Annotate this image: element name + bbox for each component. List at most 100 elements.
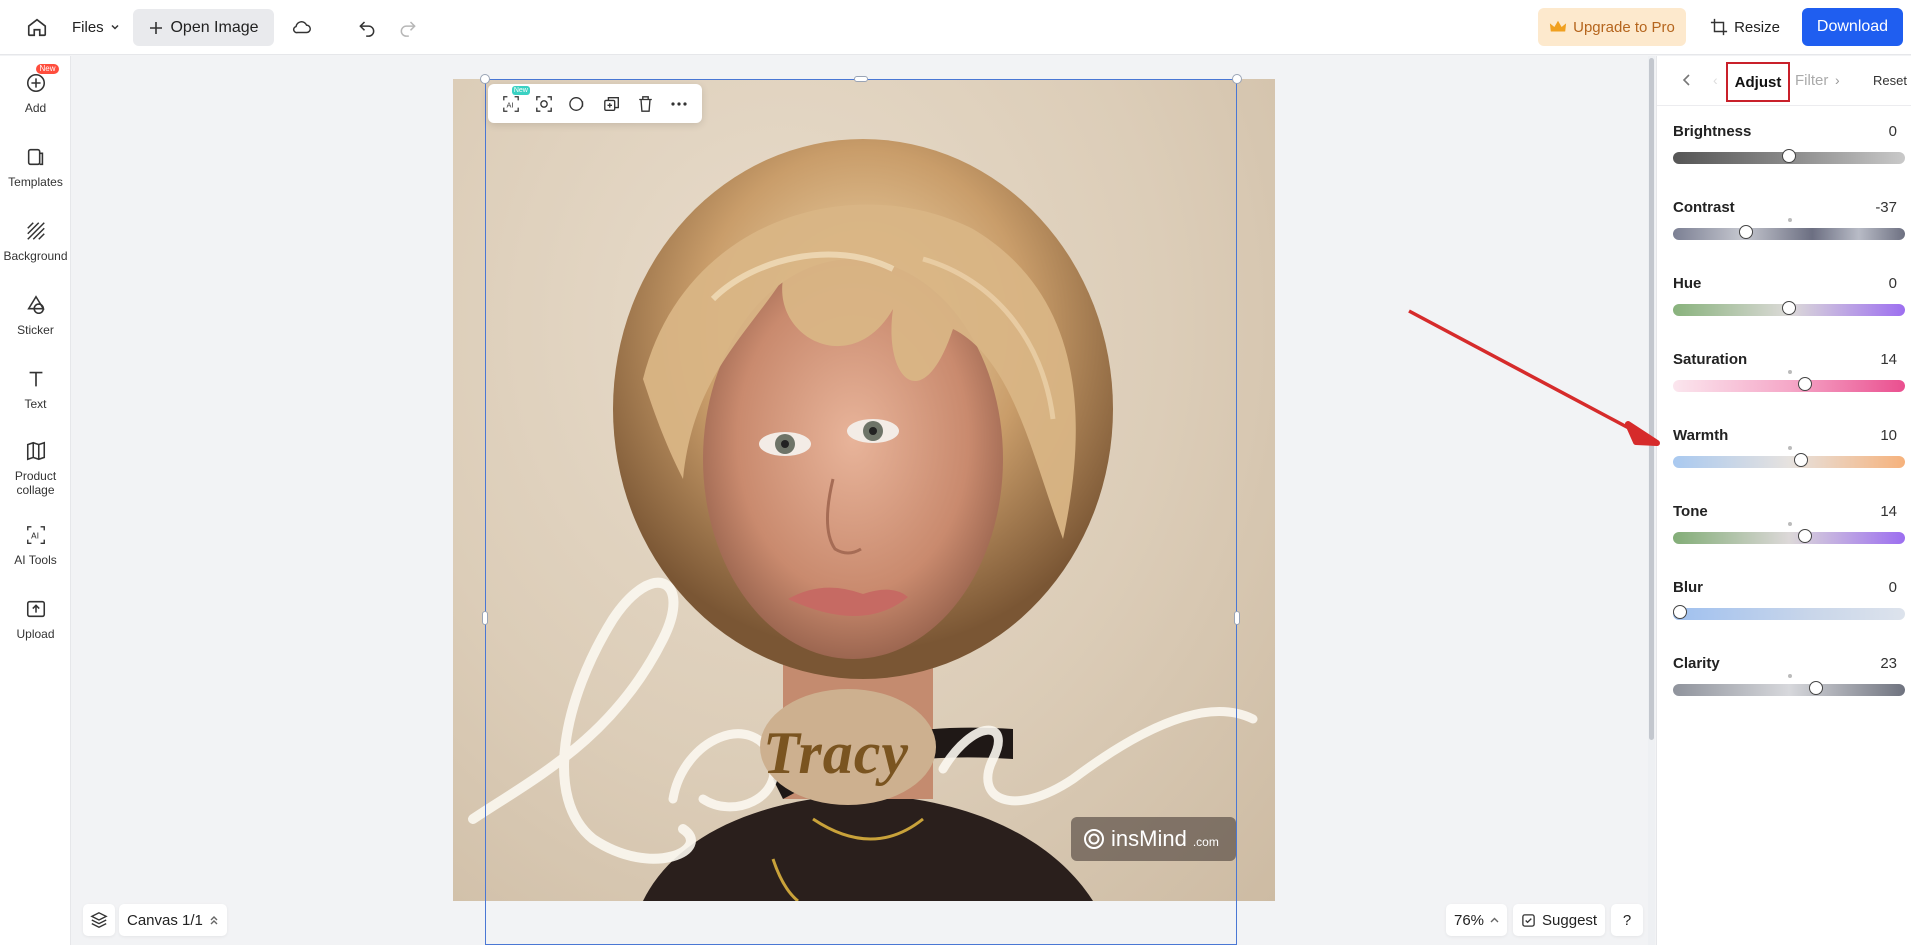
delete-button[interactable] <box>632 91 658 117</box>
files-menu[interactable]: Files <box>72 12 120 42</box>
sidebar-item-ai-tools[interactable]: AI AI Tools <box>0 522 71 567</box>
suggest-button[interactable]: Suggest <box>1513 904 1606 936</box>
slider-label: Saturation <box>1673 351 1748 368</box>
cloud-save-icon[interactable] <box>287 12 317 42</box>
chevrons-up-icon <box>210 916 218 925</box>
slider-knob[interactable] <box>1782 301 1796 315</box>
shape-icon <box>569 96 584 111</box>
zoom-control[interactable]: 76% <box>1446 904 1508 936</box>
tab-adjust-label: Adjust <box>1734 73 1782 91</box>
trash-icon <box>639 95 652 112</box>
resize-handle-top-left[interactable] <box>480 74 490 84</box>
tab-scroll-right-icon[interactable]: › <box>1835 72 1840 88</box>
slider-label: Contrast <box>1673 199 1735 216</box>
resize-button[interactable]: Resize <box>1705 8 1785 46</box>
slider-label: Clarity <box>1673 655 1720 672</box>
slider-label: Brightness <box>1673 123 1752 140</box>
face-detect-button[interactable] <box>531 91 557 117</box>
selection-frame <box>485 79 1237 945</box>
duplicate-icon <box>603 96 619 111</box>
slider-contrast: Contrast -37 <box>1673 199 1905 259</box>
add-icon: New <box>23 64 59 96</box>
back-arrow-icon[interactable] <box>1675 68 1699 92</box>
sidebar-item-label: Add <box>24 101 47 115</box>
resize-handle-top[interactable] <box>854 76 868 82</box>
sidebar-item-sticker[interactable]: Sticker <box>0 292 71 337</box>
download-button[interactable]: Download <box>1802 8 1903 46</box>
slider-blur: Blur 0 <box>1673 579 1905 639</box>
sidebar-item-product-collage[interactable]: Product collage <box>0 438 71 497</box>
slider-value: 10 <box>1880 427 1897 444</box>
left-sidebar: New Add Templates Background Sticker Tex… <box>0 56 71 945</box>
sidebar-item-label: AI Tools <box>14 553 57 567</box>
slider-track[interactable] <box>1673 228 1905 240</box>
download-label: Download <box>1816 18 1889 35</box>
upload-icon <box>23 596 49 622</box>
redo-icon[interactable] <box>393 12 423 42</box>
ai-edit-icon: AI <box>502 95 519 112</box>
slider-track[interactable] <box>1673 608 1905 620</box>
open-image-label: Open Image <box>170 18 259 36</box>
text-icon <box>23 366 49 392</box>
tab-scroll-left-icon[interactable]: ‹ <box>1713 72 1718 88</box>
ai-edit-button[interactable]: AI New <box>498 85 530 117</box>
sidebar-item-label: Sticker <box>17 323 54 337</box>
resize-handle-left[interactable] <box>482 611 488 625</box>
slider-knob[interactable] <box>1673 605 1687 619</box>
sidebar-item-label: Templates <box>8 175 63 189</box>
slider-knob[interactable] <box>1808 681 1823 695</box>
undo-icon[interactable] <box>352 12 382 42</box>
slider-track[interactable] <box>1673 456 1905 468</box>
slider-center-marker <box>1788 218 1792 222</box>
sidebar-item-add[interactable]: New Add <box>0 64 71 115</box>
help-label: ? <box>1622 911 1632 929</box>
canvas-label: Canvas 1/1 <box>127 911 203 929</box>
slider-track[interactable] <box>1673 684 1905 696</box>
slider-knob[interactable] <box>1782 149 1796 163</box>
tab-adjust[interactable]: Adjust <box>1726 62 1790 102</box>
shape-mask-button[interactable] <box>565 91 591 117</box>
layers-button[interactable] <box>83 904 115 936</box>
slider-label: Blur <box>1673 579 1703 596</box>
open-image-button[interactable]: Open Image <box>133 9 274 46</box>
canvas-bottom-left: Canvas 1/1 <box>83 904 227 936</box>
duplicate-button[interactable] <box>599 91 625 117</box>
chevron-down-icon <box>111 24 119 30</box>
panel-tabs: ‹ Adjust Filter › Reset <box>1657 56 1911 106</box>
resize-handle-right[interactable] <box>1234 611 1240 625</box>
more-options-button[interactable] <box>666 91 692 117</box>
scrollbar-thumb[interactable] <box>1649 58 1654 740</box>
sidebar-item-templates[interactable]: Templates <box>0 144 71 189</box>
slider-track[interactable] <box>1673 532 1905 544</box>
plus-icon <box>150 21 163 34</box>
canvas-pages-button[interactable]: Canvas 1/1 <box>119 904 227 936</box>
slider-knob[interactable] <box>1793 453 1808 467</box>
canvas-scrollbar[interactable] <box>1648 56 1655 945</box>
slider-track[interactable] <box>1673 380 1905 392</box>
slider-hue: Hue 0 <box>1673 275 1905 335</box>
sidebar-item-upload[interactable]: Upload <box>0 596 71 641</box>
slider-label: Hue <box>1673 275 1702 292</box>
resize-handle-top-right[interactable] <box>1232 74 1242 84</box>
tab-filter[interactable]: Filter <box>1795 72 1831 89</box>
upgrade-label: Upgrade to Pro <box>1573 18 1675 36</box>
layers-icon <box>90 912 108 928</box>
slider-label: Warmth <box>1673 427 1729 444</box>
reset-button[interactable]: Reset <box>1873 73 1907 88</box>
slider-value: 14 <box>1880 503 1897 520</box>
upgrade-to-pro-button[interactable]: Upgrade to Pro <box>1538 8 1686 46</box>
sidebar-item-text[interactable]: Text <box>0 366 71 411</box>
home-icon[interactable] <box>22 12 52 42</box>
sidebar-item-label: Text <box>24 397 47 411</box>
new-badge: New <box>511 85 530 95</box>
slider-clarity: Clarity 23 <box>1673 655 1905 715</box>
slider-center-marker <box>1788 446 1792 450</box>
sidebar-item-background[interactable]: Background <box>0 218 71 263</box>
canvas-bottom-right: 76% Suggest ? <box>1446 904 1644 936</box>
chevron-up-icon <box>1490 917 1499 923</box>
templates-icon <box>23 144 49 170</box>
slider-knob[interactable] <box>1739 225 1754 239</box>
background-icon <box>23 218 49 244</box>
svg-text:AI: AI <box>30 531 38 541</box>
help-button[interactable]: ? <box>1611 904 1644 936</box>
